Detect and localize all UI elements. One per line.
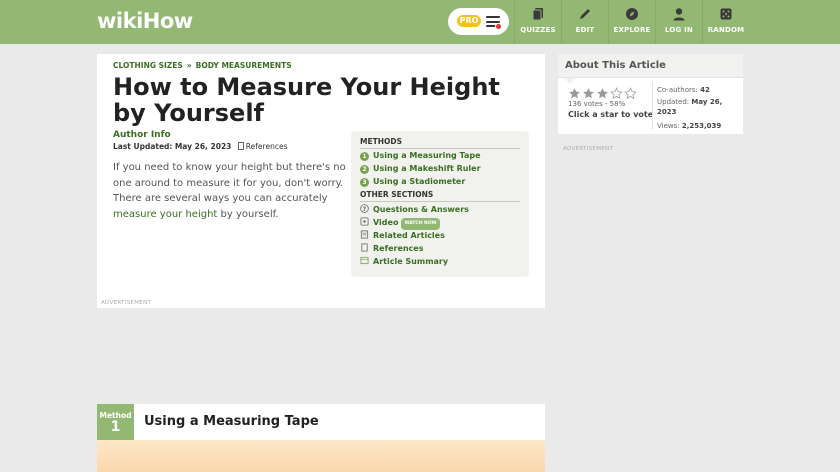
article-card: CLOTHING SIZES» BODY MEASUREMENTS How to …: [97, 54, 545, 308]
method-number-badge: 1: [360, 152, 369, 161]
toc-related-articles[interactable]: Related Articles: [360, 230, 445, 241]
breadcrumb: CLOTHING SIZES» BODY MEASUREMENTS: [113, 61, 292, 70]
nav-login[interactable]: LOG IN: [655, 0, 702, 44]
quiz-icon: [532, 8, 543, 21]
user-icon: [673, 8, 685, 21]
compass-icon: [626, 8, 638, 20]
method-title: Using a Measuring Tape: [144, 414, 319, 429]
method-illustration: [97, 440, 545, 472]
breadcrumb-separator: »: [186, 61, 192, 70]
toc-video[interactable]: Video WATCH NOW: [360, 217, 440, 230]
vote-count: 136 votes - 58%: [568, 100, 626, 108]
svg-text:?: ?: [363, 206, 367, 213]
advertisement-label: ADVERTISEMENT: [101, 300, 152, 306]
last-updated: Last Updated: May 26, 2023 References: [113, 142, 287, 151]
nav-explore[interactable]: EXPLORE: [608, 0, 655, 44]
video-icon: [360, 217, 369, 226]
pencil-icon: [580, 9, 590, 19]
wikihow-logo[interactable]: wikiHow: [97, 9, 193, 33]
question-icon: ?: [360, 204, 369, 213]
method-number-badge: 2: [360, 165, 369, 174]
nav-quizzes[interactable]: QUIZZES: [514, 0, 561, 44]
star-icon[interactable]: [582, 87, 595, 100]
about-article-box: About This Article 136 votes - 58% Click…: [558, 54, 743, 134]
about-article-header: About This Article: [558, 54, 743, 78]
toc-article-summary[interactable]: Article Summary: [360, 256, 448, 267]
breadcrumb-body-measurements[interactable]: BODY MEASUREMENTS: [196, 61, 292, 70]
star-icon[interactable]: [624, 87, 637, 100]
page-title: How to Measure Your Height by Yourself: [113, 73, 500, 127]
references-link[interactable]: References: [237, 142, 287, 151]
references-icon: [361, 243, 368, 252]
related-icon: [360, 230, 369, 239]
sidebar-updated: Updated: May 26, 2023: [657, 98, 723, 116]
star-icon[interactable]: [596, 87, 609, 100]
toc-questions[interactable]: ? Questions & Answers: [360, 204, 469, 215]
document-icon: [237, 142, 244, 150]
logo-how-text: How: [142, 9, 193, 33]
coauthors: Co-authors: 42: [657, 86, 710, 94]
measure-height-link[interactable]: measure your height: [113, 209, 217, 220]
toc-method-3[interactable]: 3 Using a Stadiometer: [360, 177, 465, 187]
pro-menu-button[interactable]: PRO: [448, 8, 509, 35]
toc-method-1[interactable]: 1 Using a Measuring Tape: [360, 151, 481, 161]
dice-icon: [720, 8, 732, 20]
breadcrumb-clothing-sizes[interactable]: CLOTHING SIZES: [113, 61, 183, 70]
pro-badge: PRO: [457, 15, 481, 27]
top-bar: wikiHow PRO QUIZZES EDIT EXPLORE LOG IN …: [0, 0, 840, 44]
toc-method-2[interactable]: 2 Using a Makeshift Ruler: [360, 164, 481, 174]
logo-wiki-text: wiki: [97, 9, 143, 33]
nav-edit[interactable]: EDIT: [561, 0, 608, 44]
toc-other-heading: OTHER SECTIONS: [360, 190, 434, 199]
toc-methods-heading: METHODS: [360, 137, 402, 146]
method-badge: Method 1: [97, 404, 134, 440]
table-of-contents: METHODS 1 Using a Measuring Tape 2 Using a…: [351, 131, 529, 277]
intro-paragraph: If you need to know your height but ther…: [113, 162, 346, 220]
star-icon[interactable]: [568, 87, 581, 100]
watch-now-badge: WATCH NOW: [401, 218, 440, 230]
method-1-header: Method 1 Using a Measuring Tape: [97, 404, 545, 440]
sidebar-advertisement-label: ADVERTISEMENT: [563, 146, 614, 152]
author-info-link[interactable]: Author Info: [113, 130, 171, 140]
updated-date: May 26, 2023: [174, 142, 232, 151]
notification-dot: [495, 23, 502, 30]
view-count: Views: 2,253,039: [657, 122, 722, 130]
method-number-badge: 3: [360, 178, 369, 187]
toc-references[interactable]: References: [360, 243, 424, 254]
nav-random[interactable]: RANDOM: [702, 0, 749, 44]
updated-label: Last Updated:: [113, 142, 173, 151]
star-icon[interactable]: [610, 87, 623, 100]
click-star-prompt: Click a star to vote: [568, 110, 654, 119]
summary-icon: [360, 256, 369, 265]
